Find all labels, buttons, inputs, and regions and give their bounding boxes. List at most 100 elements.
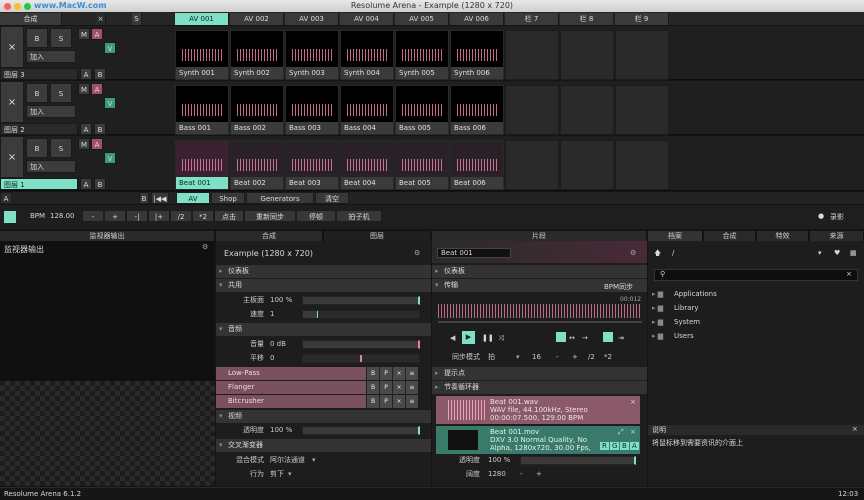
effect-remove-button[interactable]: × [392,395,405,408]
speed-slider[interactable] [302,310,420,319]
deck-tab-clear[interactable]: 清空 [315,192,349,204]
layer-1-mask-button[interactable]: M [78,138,90,150]
layer-2-bypass-button[interactable]: B [26,83,48,103]
layer-3-mask-button[interactable]: M [78,28,90,40]
layer-3-video-button[interactable]: V [104,42,116,54]
tab-composition[interactable]: 合成 [216,231,323,241]
minimize-window-icon[interactable] [14,3,21,10]
layer-1-bypass-button[interactable]: B [26,138,48,158]
section-beat-looper[interactable]: 节奏循环器 [432,381,647,394]
section-shared[interactable]: 共用 [216,279,431,292]
folder-library[interactable]: Library [650,302,864,315]
clip-synth-003[interactable]: Synth 003 [285,30,339,80]
clip-synth-004[interactable]: Synth 004 [340,30,394,80]
folder-applications[interactable]: Applications [650,288,864,301]
column-av005[interactable]: AV 005 [395,13,449,25]
close-window-icon[interactable] [4,3,11,10]
layer-2-clear-button[interactable]: × [0,81,24,123]
tab-files[interactable]: 档案 [648,231,703,241]
effect-menu-button[interactable]: ≡ [405,381,418,394]
empty-clip-slot[interactable] [615,85,669,135]
chevron-down-icon[interactable]: ▾ [288,468,292,481]
layer-1-audio-button[interactable]: A [91,138,103,150]
pause-button[interactable]: 停顿 [296,210,336,222]
section-dashboard[interactable]: 仪表板 [216,265,431,278]
close-icon[interactable]: × [630,398,636,406]
clip-synth-001[interactable]: Synth 001 [175,30,229,80]
effect-bypass-button[interactable]: B [366,395,379,408]
beats-double-button[interactable]: *2 [604,351,612,364]
column-9[interactable]: 栏 9 [615,13,669,25]
layer-3-solo-button[interactable]: S [50,28,72,48]
empty-clip-slot[interactable] [560,30,614,80]
column-av004[interactable]: AV 004 [340,13,394,25]
sync-mode-dropdown[interactable]: 拍 [488,351,495,364]
layer-2-video-button[interactable]: V [104,97,116,109]
favorite-heart-icon[interactable]: ♥ [834,249,840,257]
clip-width-value[interactable]: 1280 [488,468,506,481]
bpm-minus-button[interactable]: - [82,210,104,222]
crossfade-b-button[interactable]: B [139,192,149,204]
beats-value[interactable]: 16 [532,351,541,364]
layer-3-a-button[interactable]: A [80,68,92,80]
pan-slider[interactable] [302,354,420,363]
effect-bitcrusher[interactable]: Bitcrusher [216,395,366,408]
layer-1-name[interactable]: 图层 1 [0,178,78,190]
tab-layer[interactable]: 图层 [324,231,431,241]
effect-preset-button[interactable]: P [379,395,392,408]
layer-2-mask-button[interactable]: M [78,83,90,95]
chevron-down-icon[interactable]: ▾ [516,351,520,364]
gear-icon[interactable]: ⚙ [630,249,636,257]
clip-beat-005[interactable]: Beat 005 [395,140,449,190]
search-input[interactable] [654,269,858,281]
layer-2-add-dropdown[interactable]: 加入 [26,105,76,118]
empty-clip-slot[interactable] [505,30,559,80]
play-once-icon[interactable]: → [582,334,588,342]
composition-button[interactable]: 合成 [0,13,62,25]
folder-users[interactable]: Users [650,330,864,343]
clip-bass-002[interactable]: Bass 002 [230,85,284,135]
tab-sources[interactable]: 来源 [810,231,864,241]
upload-arrow-icon[interactable]: 🡅 [654,249,661,260]
beats-minus-button[interactable]: - [556,351,559,364]
clip-beat-004[interactable]: Beat 004 [340,140,394,190]
layer-1-video-button[interactable]: V [104,152,116,164]
clip-synth-005[interactable]: Synth 005 [395,30,449,80]
shuffle-icon[interactable]: ⤨ [498,334,504,343]
bpm-value[interactable]: 128.00 [50,212,75,220]
gear-icon[interactable]: ⚙ [202,243,208,251]
clip-bass-005[interactable]: Bass 005 [395,85,449,135]
close-icon[interactable]: × [630,428,636,436]
deck-prev-icon[interactable]: |◀◀ [151,192,169,204]
empty-clip-slot[interactable] [615,140,669,190]
gear-icon[interactable]: ⚙ [414,249,420,257]
tab-effects[interactable]: 特效 [757,231,809,241]
pause-icon[interactable]: ❚❚ [482,334,494,342]
column-av003[interactable]: AV 003 [285,13,339,25]
clip-bass-006[interactable]: Bass 006 [450,85,504,135]
effect-bypass-button[interactable]: B [366,381,379,394]
empty-clip-slot[interactable] [615,30,669,80]
empty-clip-slot[interactable] [560,85,614,135]
volume-slider[interactable] [302,340,420,349]
section-crossfader[interactable]: 交叉渐变器 [216,439,431,452]
clip-synth-006[interactable]: Synth 006 [450,30,504,80]
clip-timeline[interactable] [438,321,642,323]
layer-2-a-button[interactable]: A [80,123,92,135]
column-8[interactable]: 栏 8 [560,13,614,25]
channel-r-button[interactable]: R [600,442,609,450]
effect-remove-button[interactable]: × [392,381,405,394]
clip-name-field[interactable]: Beat 001 [437,248,511,258]
effect-remove-button[interactable]: × [392,367,405,380]
width-minus-button[interactable]: - [520,468,523,481]
clip-waveform[interactable] [438,304,642,318]
bpm-plus-button[interactable]: + [104,210,126,222]
bounce-icon[interactable]: ↔ [569,334,575,342]
effect-low-pass[interactable]: Low-Pass [216,367,366,380]
play-reverse-icon[interactable]: ◀ [450,334,455,342]
clear-search-icon[interactable]: × [846,270,852,278]
monitor-panel-header[interactable]: 监视器输出 [0,231,215,241]
behaviour-dropdown[interactable]: 剪下 [270,468,284,481]
empty-clip-slot[interactable] [505,140,559,190]
effect-preset-button[interactable]: P [379,367,392,380]
